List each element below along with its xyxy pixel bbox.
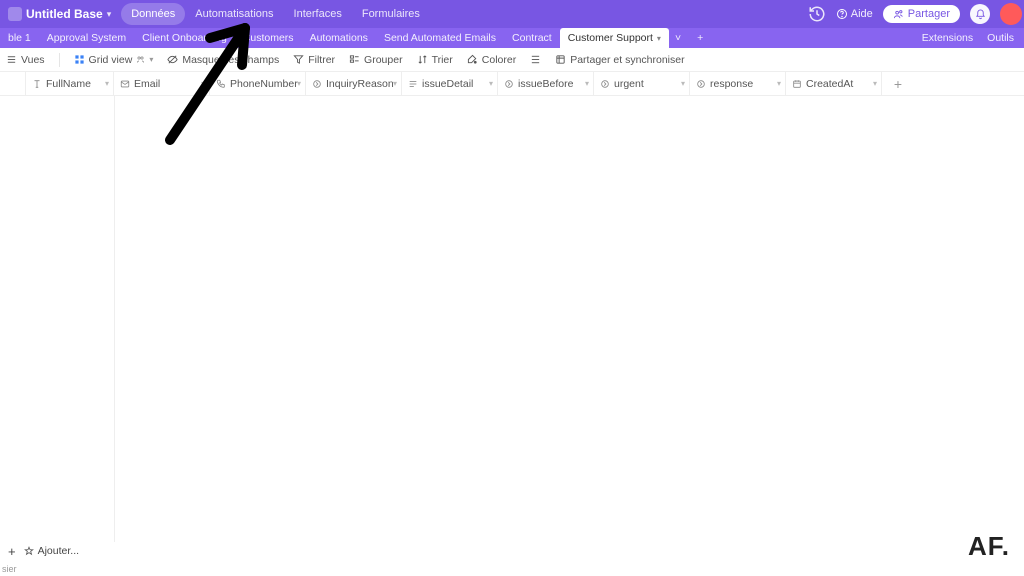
- select-icon: [600, 79, 610, 89]
- avatar[interactable]: [1000, 3, 1022, 25]
- email-icon: [120, 79, 130, 89]
- plus-icon[interactable]: +: [8, 544, 16, 559]
- table-tab[interactable]: Automations: [302, 28, 376, 48]
- table-tabs-overflow[interactable]: ˅: [669, 28, 687, 48]
- base-title[interactable]: Untitled Base: [26, 7, 103, 21]
- longtext-icon: [408, 79, 418, 89]
- sort-label: Trier: [432, 54, 453, 66]
- filter-button[interactable]: Filtrer: [293, 54, 335, 66]
- extensions-button[interactable]: Extensions: [922, 32, 973, 44]
- chevron-down-icon[interactable]: ▾: [489, 79, 493, 88]
- column-label: FullName: [46, 78, 91, 90]
- tab-interfaces[interactable]: Interfaces: [284, 3, 352, 25]
- column-label: InquiryReason: [326, 78, 394, 90]
- column-header[interactable]: InquiryReason▾: [306, 72, 402, 95]
- notifications-button[interactable]: [970, 4, 990, 24]
- chevron-down-icon[interactable]: ▾: [681, 79, 685, 88]
- table-tab[interactable]: Customer Support▾: [560, 28, 669, 48]
- column-label: issueDetail: [422, 78, 473, 90]
- column-label: issueBefore: [518, 78, 573, 90]
- select-icon: [312, 79, 322, 89]
- chevron-down-icon[interactable]: ▾: [297, 79, 301, 88]
- chevron-down-icon: ▾: [657, 34, 661, 43]
- grid-view-selector[interactable]: Grid view ▾: [74, 54, 154, 66]
- column-label: PhoneNumber: [230, 78, 298, 90]
- row-handle-header: [0, 72, 26, 95]
- share-button[interactable]: Partager: [883, 5, 960, 23]
- chevron-down-icon[interactable]: ▾: [585, 79, 589, 88]
- date-icon: [792, 79, 802, 89]
- truncated-text: sier: [2, 564, 17, 574]
- share-sync-button[interactable]: Partager et synchroniser: [555, 54, 684, 66]
- column-header[interactable]: issueBefore ▾: [498, 72, 594, 95]
- column-header[interactable]: issueDetail ▾: [402, 72, 498, 95]
- column-label: response: [710, 78, 753, 90]
- select-icon: [696, 79, 706, 89]
- table-tab[interactable]: Client Onboarding: [134, 28, 235, 48]
- hide-fields-button[interactable]: Masquer les champs: [167, 54, 279, 66]
- tab-data[interactable]: Données: [121, 3, 185, 25]
- add-label: Ajouter...: [38, 545, 79, 557]
- column-header[interactable]: PhoneNumber▾: [210, 72, 306, 95]
- chevron-down-icon[interactable]: ▾: [201, 79, 205, 88]
- add-table-button[interactable]: +: [687, 28, 713, 48]
- text-icon: [32, 79, 42, 89]
- table-tab[interactable]: Send Automated Emails: [376, 28, 504, 48]
- chevron-down-icon[interactable]: ▾: [393, 79, 397, 88]
- help-button[interactable]: Aide: [836, 8, 873, 20]
- app-icon: [8, 7, 22, 21]
- column-label: Email: [134, 78, 160, 90]
- filter-label: Filtrer: [308, 54, 335, 66]
- share-label: Partager: [908, 8, 950, 20]
- tab-automations[interactable]: Automatisations: [185, 3, 283, 25]
- group-label: Grouper: [364, 54, 403, 66]
- group-button[interactable]: Grouper: [349, 54, 403, 66]
- sharesync-label: Partager et synchroniser: [570, 54, 684, 66]
- chevron-down-icon: ▾: [149, 55, 153, 64]
- color-label: Colorer: [482, 54, 516, 66]
- select-icon: [504, 79, 514, 89]
- table-tab[interactable]: Approval System: [39, 28, 134, 48]
- table-tab[interactable]: ble 1: [0, 28, 39, 48]
- column-header[interactable]: FullName ▾: [26, 72, 114, 95]
- color-button[interactable]: Colorer: [467, 54, 516, 66]
- tools-button[interactable]: Outils: [987, 32, 1014, 44]
- column-header[interactable]: urgent ▾: [594, 72, 690, 95]
- tab-forms[interactable]: Formulaires: [352, 3, 430, 25]
- sort-button[interactable]: Trier: [417, 54, 453, 66]
- column-divider: [114, 96, 115, 542]
- grid-body[interactable]: [0, 96, 1024, 542]
- column-header[interactable]: response ▾: [690, 72, 786, 95]
- table-tab[interactable]: Contract: [504, 28, 560, 48]
- separator: [59, 53, 60, 67]
- chevron-down-icon[interactable]: ▾: [105, 79, 109, 88]
- hidefields-label: Masquer les champs: [182, 54, 279, 66]
- views-label: Vues: [21, 54, 45, 66]
- chevron-down-icon[interactable]: ▾: [873, 79, 877, 88]
- chevron-down-icon[interactable]: ▾: [777, 79, 781, 88]
- add-record-button[interactable]: Ajouter...: [24, 545, 79, 557]
- base-menu-chevron-icon[interactable]: ▾: [107, 9, 112, 20]
- column-header[interactable]: CreatedAt ▾: [786, 72, 882, 95]
- column-label: urgent: [614, 78, 644, 90]
- history-icon[interactable]: [808, 5, 826, 23]
- column-header[interactable]: Email ▾: [114, 72, 210, 95]
- watermark: AF.: [968, 531, 1010, 562]
- table-tab[interactable]: Customers: [235, 28, 302, 48]
- views-menu[interactable]: Vues: [6, 54, 45, 66]
- phone-icon: [216, 79, 226, 89]
- column-label: CreatedAt: [806, 78, 853, 90]
- row-height-button[interactable]: [530, 54, 541, 65]
- gridview-label: Grid view: [89, 54, 133, 66]
- help-label: Aide: [851, 8, 873, 20]
- add-column-button[interactable]: +: [882, 72, 914, 95]
